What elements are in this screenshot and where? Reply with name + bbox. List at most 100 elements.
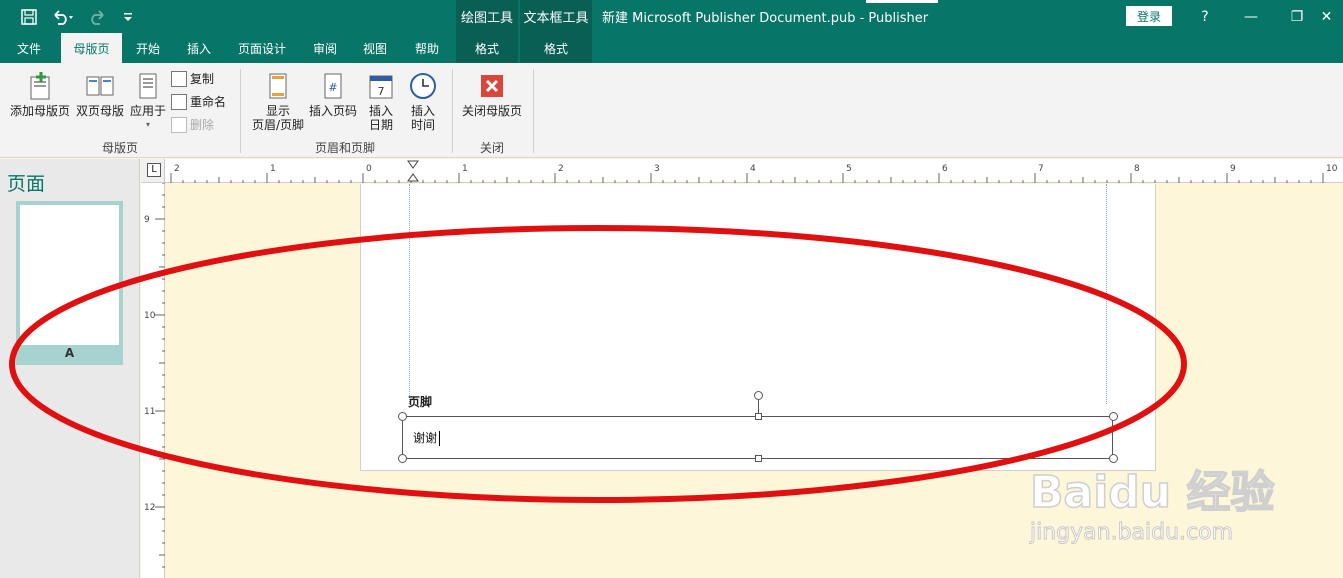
- apply-to-label: 应用于: [129, 104, 166, 118]
- insert-time-button[interactable]: 插入 时间: [406, 71, 440, 132]
- watermark-main-text: Baidu 经验: [1029, 466, 1275, 519]
- group-separator: [240, 69, 241, 153]
- undo-icon[interactable]: [48, 0, 78, 33]
- tab-master-page[interactable]: 母版页: [61, 33, 122, 63]
- page-number-icon: #: [324, 73, 342, 99]
- page-thumbnail[interactable]: A: [16, 201, 123, 365]
- insert-page-number-button[interactable]: # 插入页码: [308, 71, 358, 118]
- resize-handle-bottom[interactable]: [755, 455, 762, 462]
- tab-help[interactable]: 帮助: [404, 33, 450, 63]
- watermark-sub-text: jingyan.baidu.com: [1029, 520, 1234, 546]
- ruler-number: 1: [462, 164, 468, 174]
- two-page-master-button[interactable]: 双页母版: [74, 71, 126, 118]
- footer-textbox[interactable]: 谢谢: [402, 416, 1113, 459]
- footer-textbox-content: 谢谢: [413, 429, 441, 446]
- chevron-down-icon: ▾: [145, 120, 150, 129]
- drawing-tools-label: 绘图工具: [456, 0, 518, 33]
- apply-to-icon: [139, 73, 157, 99]
- show-header-footer-label-2: 页眉/页脚: [251, 118, 305, 132]
- close-master-page-button[interactable]: 关闭母版页: [460, 71, 524, 118]
- ruler-number: 5: [846, 164, 852, 174]
- close-red-icon: [481, 75, 503, 97]
- tab-format-textbox[interactable]: 格式: [520, 33, 592, 63]
- tab-file[interactable]: 文件: [4, 33, 54, 63]
- clock-icon: [410, 73, 436, 99]
- baidu-watermark: Baidu 经验 jingyan.baidu.com: [1029, 456, 1275, 551]
- ruler-number: 10: [144, 311, 156, 321]
- group-label-close: 关闭: [480, 141, 505, 155]
- group-label-master-page: 母版页: [102, 141, 139, 155]
- group-separator: [452, 69, 453, 153]
- resize-handle-top[interactable]: [755, 413, 762, 420]
- copy-button[interactable]: 复制: [171, 70, 214, 87]
- text-caret: [439, 431, 441, 446]
- copy-label: 复制: [190, 72, 215, 86]
- ruler-number: 9: [1230, 164, 1236, 174]
- two-page-master-label: 双页母版: [75, 104, 124, 118]
- ruler-number: 2: [174, 164, 180, 174]
- login-button[interactable]: 登录: [1126, 6, 1172, 26]
- ruler-number: 2: [558, 164, 564, 174]
- ruler-number: 12: [144, 503, 155, 513]
- page-thumbnail-preview: [20, 205, 119, 345]
- close-button[interactable]: ✕: [1310, 0, 1343, 33]
- ruler-number: 11: [144, 407, 155, 417]
- insert-page-number-label: 插入页码: [308, 104, 357, 118]
- margin-guide-right: [1106, 184, 1107, 404]
- tab-insert[interactable]: 插入: [176, 33, 222, 63]
- ruler-corner[interactable]: L: [141, 159, 165, 183]
- two-page-master-icon: [86, 76, 114, 96]
- resize-handle-top-right[interactable]: [1109, 412, 1118, 421]
- insert-date-label-1: 插入: [368, 104, 393, 118]
- apply-to-button[interactable]: 应用于 ▾: [128, 71, 168, 132]
- resize-handle-top-left[interactable]: [398, 412, 407, 421]
- tab-view[interactable]: 视图: [352, 33, 398, 63]
- delete-icon: [171, 116, 187, 133]
- ruler-number: 8: [1134, 164, 1140, 174]
- tab-home[interactable]: 开始: [126, 33, 170, 63]
- show-header-footer-button[interactable]: 显示 页眉/页脚: [248, 71, 308, 132]
- ruler-number: 0: [366, 164, 372, 174]
- resize-handle-bottom-left[interactable]: [398, 454, 407, 463]
- tab-page-design[interactable]: 页面设计: [230, 33, 294, 63]
- tab-review[interactable]: 审阅: [302, 33, 348, 63]
- redo-icon[interactable]: [84, 0, 114, 33]
- rename-label: 重命名: [190, 95, 227, 109]
- ruler-number: 7: [1038, 164, 1044, 174]
- svg-text:7: 7: [378, 85, 385, 98]
- vertical-ruler[interactable]: 9 10 11 12: [141, 182, 165, 578]
- save-icon[interactable]: [18, 0, 40, 33]
- add-master-page-button[interactable]: 添加母版页: [8, 71, 72, 118]
- horizontal-ruler[interactable]: 2 1 0 1 2 3 4 5 6 7 8 9 10: [165, 159, 1343, 183]
- rotation-handle[interactable]: [754, 391, 763, 400]
- footer-label: 页脚: [408, 395, 433, 409]
- rename-icon: [171, 93, 187, 110]
- ruler-number: 9: [144, 215, 150, 225]
- insert-time-label-2: 时间: [410, 118, 435, 132]
- rename-button[interactable]: 重命名: [171, 93, 226, 110]
- ruler-number: 1: [270, 164, 276, 174]
- footer-text: 谢谢: [413, 431, 438, 445]
- customize-toolbar-icon[interactable]: [120, 0, 136, 33]
- group-label-header-footer: 页眉和页脚: [315, 141, 376, 155]
- ruler-number: 10: [1326, 164, 1338, 174]
- group-separator: [533, 69, 534, 153]
- ruler-number: 3: [654, 164, 660, 174]
- title-bar: 绘图工具 文本框工具 新建 Microsoft Publisher Docume…: [0, 0, 1343, 33]
- minimize-button[interactable]: —: [1228, 0, 1274, 33]
- title-accent-strip: [866, 0, 938, 3]
- document-title: 新建 Microsoft Publisher Document.pub - Pu…: [602, 11, 929, 26]
- show-header-footer-label-1: 显示: [265, 104, 290, 118]
- textbox-tools-label: 文本框工具: [520, 0, 592, 33]
- ribbon: 添加母版页 双页母版 应用于 ▾ 复制 重命名 删除 母版页 显示 页眉/页脚 …: [0, 63, 1343, 158]
- help-button[interactable]: ?: [1182, 0, 1228, 33]
- pages-panel: 页面 A: [0, 159, 140, 578]
- page-thumbnail-label: A: [64, 346, 75, 360]
- tab-selector-label: L: [147, 163, 161, 177]
- close-master-page-label: 关闭母版页: [461, 104, 522, 118]
- indent-marker[interactable]: [407, 160, 419, 182]
- ruler-number: 4: [750, 164, 756, 174]
- delete-button[interactable]: 删除: [171, 116, 214, 133]
- tab-format-drawing[interactable]: 格式: [456, 33, 518, 63]
- insert-date-button[interactable]: 7 插入 日期: [364, 71, 398, 132]
